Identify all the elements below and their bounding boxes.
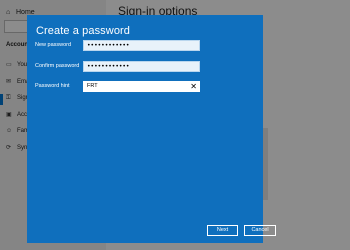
next-button[interactable]: Next	[207, 225, 238, 236]
dialog-title: Create a password	[36, 25, 131, 37]
password-hint-value: FRT	[87, 83, 98, 89]
new-password-label: New password	[35, 42, 72, 48]
cancel-button[interactable]: Cancel	[244, 225, 276, 236]
create-password-dialog: Create a password New password •••••••••…	[27, 15, 276, 243]
confirm-password-label: Confirm password	[35, 63, 80, 69]
clear-icon[interactable]: ✕	[190, 82, 197, 91]
password-hint-field[interactable]: FRT ✕	[83, 81, 200, 92]
new-password-field[interactable]: ••••••••••••	[83, 40, 200, 51]
confirm-password-field[interactable]: ••••••••••••	[83, 61, 200, 72]
password-hint-label: Password hint	[35, 83, 70, 89]
